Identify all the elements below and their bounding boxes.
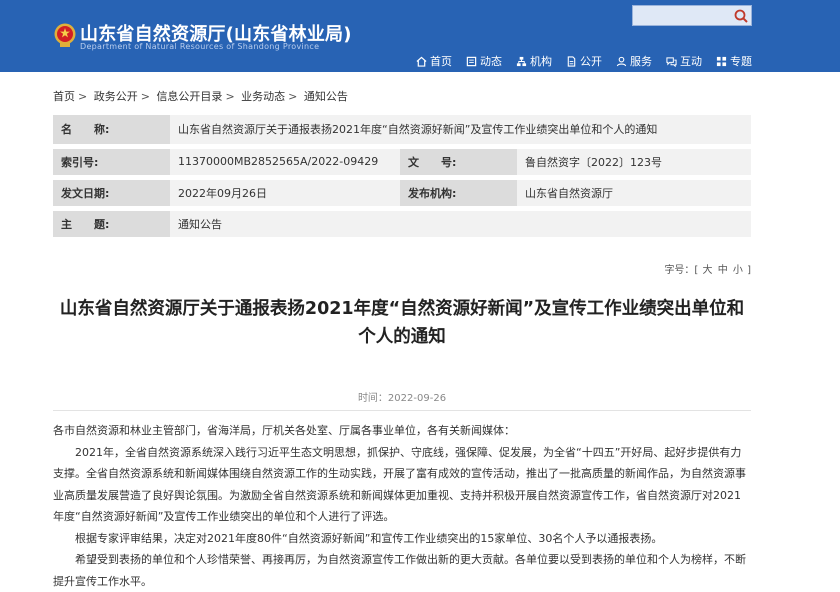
nav-label: 动态: [480, 55, 502, 68]
nav-item-service[interactable]: 服务: [616, 53, 652, 69]
meta-label-date: 发文日期:: [53, 177, 170, 208]
home-icon: [416, 56, 427, 67]
org-icon: [516, 56, 527, 66]
service-icon: [616, 56, 627, 66]
meta-value-issuer: 山东省自然资源厅: [517, 177, 751, 208]
news-icon: [466, 56, 477, 66]
search-input[interactable]: [633, 6, 731, 25]
article-title: 山东省自然资源厅关于通报表扬2021年度“自然资源好新闻”及宣传工作业绩突出单位…: [59, 299, 745, 347]
meta-value-topic: 通知公告: [170, 208, 751, 239]
article-paragraph: 希望受到表扬的单位和个人珍惜荣誉、再接再厉，为自然资源宣传工作做出新的更大贡献。…: [53, 553, 746, 588]
nav-label: 服务: [630, 55, 652, 68]
main-nav: 首页 动态 机构 公开 服务 互动 专题: [402, 53, 752, 69]
meta-row-topic: 主 题: 通知公告: [53, 208, 751, 239]
search-box: [632, 5, 752, 26]
meta-row-index: 索引号: 11370000MB2852565A/2022-09429 文 号: …: [53, 146, 751, 177]
nav-label: 专题: [730, 55, 752, 68]
site-header: 山东省自然资源厅(山东省林业局) Department of Natural R…: [0, 0, 840, 72]
nav-item-interaction[interactable]: 互动: [666, 53, 702, 69]
meta-value-date: 2022年09月26日: [170, 177, 400, 208]
article-body: 各市自然资源和林业主管部门，省海洋局，厅机关各处室、厅属各事业单位，各有关新闻媒…: [53, 420, 751, 592]
nav-item-home[interactable]: 首页: [416, 53, 452, 69]
topic-icon: [716, 56, 727, 66]
nav-item-org[interactable]: 机构: [516, 53, 552, 69]
nav-label: 首页: [430, 55, 452, 68]
meta-row-name: 名 称: 山东省自然资源厅关于通报表扬2021年度“自然资源好新闻”及宣传工作业…: [53, 115, 751, 146]
font-size-small[interactable]: 小: [733, 265, 743, 276]
breadcrumb-notices[interactable]: 通知公告: [304, 90, 348, 103]
nav-label: 互动: [680, 55, 702, 68]
site-subtitle: Department of Natural Resources of Shand…: [80, 42, 320, 51]
article-time: 时间：2022-09-26: [357, 393, 447, 404]
meta-row-date: 发文日期: 2022年09月26日 发布机构: 山东省自然资源厅: [53, 177, 751, 208]
divider: [53, 410, 751, 411]
breadcrumb-gov-affairs[interactable]: 政务公开: [94, 90, 138, 103]
nav-item-topic[interactable]: 专题: [716, 53, 752, 69]
article-paragraph: 根据专家评审结果，决定对2021年度80件“自然资源好新闻”和宣传工作业绩突出的…: [75, 531, 663, 545]
nav-label: 公开: [580, 55, 602, 68]
meta-label-docno: 文 号:: [400, 146, 517, 177]
font-size-large[interactable]: 大: [703, 265, 713, 276]
national-emblem-icon: [54, 23, 76, 47]
nav-item-news[interactable]: 动态: [466, 53, 502, 69]
meta-value-docno: 鲁自然资字〔2022〕123号: [517, 146, 751, 177]
meta-label-name: 名 称:: [53, 115, 170, 146]
nav-label: 机构: [530, 55, 552, 68]
breadcrumb-info-catalog[interactable]: 信息公开目录: [156, 90, 222, 103]
meta-value-name: 山东省自然资源厅关于通报表扬2021年度“自然资源好新闻”及宣传工作业绩突出单位…: [170, 115, 751, 146]
article-paragraph: 2021年，全省自然资源系统深入践行习近平生态文明思想，抓保护、守底线，强保障、…: [53, 445, 746, 524]
meta-label-topic: 主 题:: [53, 208, 170, 239]
font-size-medium[interactable]: 中: [718, 265, 728, 276]
nav-item-disclosure[interactable]: 公开: [566, 53, 602, 69]
document-metadata-table: 名 称: 山东省自然资源厅关于通报表扬2021年度“自然资源好新闻”及宣传工作业…: [53, 115, 751, 242]
meta-label-issuer: 发布机构:: [400, 177, 517, 208]
meta-value-index: 11370000MB2852565A/2022-09429: [170, 146, 400, 177]
breadcrumb-business-news[interactable]: 业务动态: [241, 90, 285, 103]
meta-label-index: 索引号:: [53, 146, 170, 177]
article-paragraph: 各市自然资源和林业主管部门，省海洋局，厅机关各处室、厅属各事业单位，各有关新闻媒…: [53, 424, 515, 437]
disclosure-icon: [567, 55, 576, 67]
breadcrumb-home[interactable]: 首页: [53, 90, 75, 103]
font-size-switcher: 字号：[ 大 中 小 ]: [664, 265, 751, 276]
search-icon[interactable]: [733, 8, 749, 24]
interaction-icon: [666, 56, 677, 67]
breadcrumb: 首页 > 政务公开 > 信息公开目录 > 业务动态 > 通知公告: [53, 90, 348, 103]
